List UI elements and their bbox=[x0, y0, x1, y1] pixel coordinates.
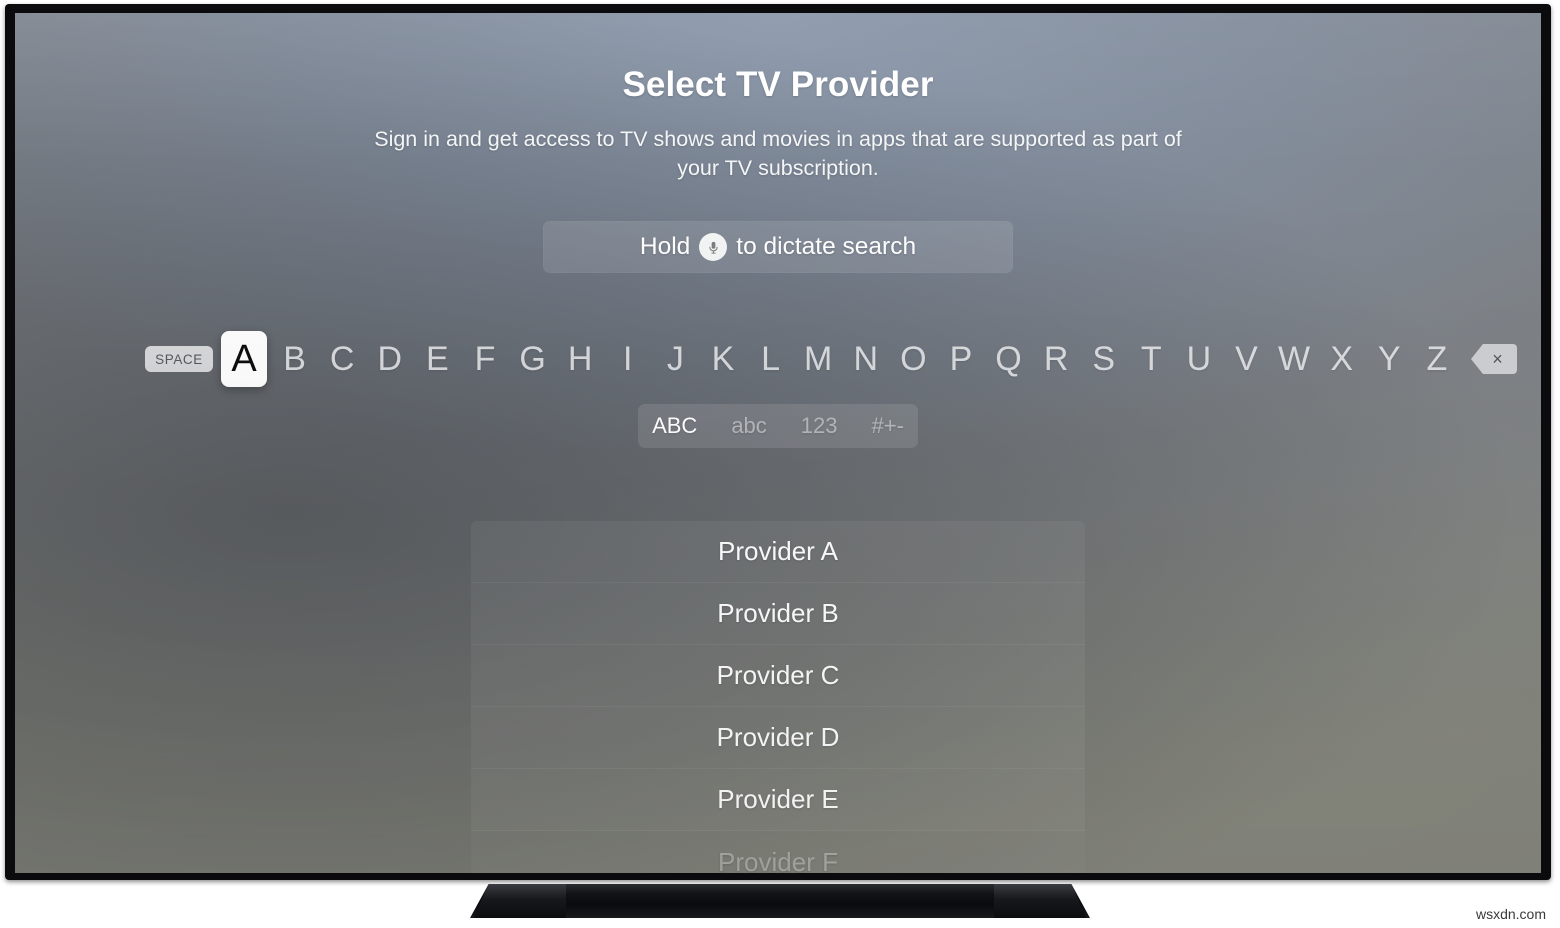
letter-key-v[interactable]: V bbox=[1226, 342, 1266, 376]
letter-key-r[interactable]: R bbox=[1036, 342, 1076, 376]
letter-key-j[interactable]: J bbox=[655, 342, 695, 376]
letter-key-q[interactable]: Q bbox=[989, 342, 1029, 376]
tv-screen: Select TV Provider Sign in and get acces… bbox=[15, 13, 1541, 873]
page-subtitle: Sign in and get access to TV shows and m… bbox=[374, 127, 1182, 180]
letter-key-i[interactable]: I bbox=[608, 342, 648, 376]
letter-key-o[interactable]: O bbox=[893, 342, 933, 376]
keyboard-mode-option-3[interactable]: #+- bbox=[872, 415, 904, 437]
tv-stand bbox=[470, 884, 1090, 918]
letter-key-n[interactable]: N bbox=[846, 342, 886, 376]
provider-row[interactable]: Provider B bbox=[471, 583, 1085, 645]
tv-stand-foot-left bbox=[474, 884, 566, 918]
letter-key-g[interactable]: G bbox=[513, 342, 553, 376]
provider-selection-ui: Select TV Provider Sign in and get acces… bbox=[15, 13, 1541, 873]
keyboard-mode-selector[interactable]: ABC abc 123 #+- bbox=[638, 404, 918, 448]
tv-bezel: Select TV Provider Sign in and get acces… bbox=[5, 4, 1551, 880]
page-title: Select TV Provider bbox=[622, 65, 934, 104]
backspace-delete-icon[interactable]: × bbox=[1471, 344, 1517, 374]
letter-key-l[interactable]: L bbox=[751, 342, 791, 376]
watermark: wsxdn.com bbox=[1475, 906, 1546, 922]
dictate-suffix-label: to dictate search bbox=[736, 233, 917, 260]
letter-keys: ABCDEFGHIJKLMNOPQRSTUVWXYZ bbox=[221, 331, 1465, 387]
tv-set: Select TV Provider Sign in and get acces… bbox=[0, 0, 1560, 928]
letter-key-x[interactable]: X bbox=[1322, 342, 1362, 376]
letter-key-y[interactable]: Y bbox=[1369, 342, 1409, 376]
letter-key-h[interactable]: H bbox=[560, 342, 600, 376]
space-key[interactable]: SPACE bbox=[145, 346, 213, 372]
keyboard-strip: SPACE ABCDEFGHIJKLMNOPQRSTUVWXYZ × bbox=[15, 331, 1541, 387]
letter-key-s[interactable]: S bbox=[1084, 342, 1124, 376]
keyboard-mode-option-1[interactable]: abc bbox=[731, 415, 766, 437]
provider-list: Provider A Provider B Provider C Provider D… bbox=[471, 521, 1085, 873]
letter-key-u[interactable]: U bbox=[1179, 342, 1219, 376]
letter-key-e[interactable]: E bbox=[417, 342, 457, 376]
microphone-icon bbox=[699, 233, 728, 261]
provider-row[interactable]: Provider A bbox=[471, 521, 1085, 583]
letter-key-a[interactable]: A bbox=[221, 331, 267, 387]
letter-key-f[interactable]: F bbox=[465, 342, 505, 376]
letter-key-p[interactable]: P bbox=[941, 342, 981, 376]
letter-key-m[interactable]: M bbox=[798, 342, 838, 376]
keyboard-mode-option-0[interactable]: ABC bbox=[652, 415, 697, 437]
letter-key-t[interactable]: T bbox=[1131, 342, 1171, 376]
tv-stand-foot-right bbox=[994, 884, 1086, 918]
delete-key-glyph: × bbox=[1492, 349, 1503, 369]
letter-key-d[interactable]: D bbox=[370, 342, 410, 376]
dictate-prefix-label: Hold bbox=[639, 233, 691, 260]
provider-row[interactable]: Provider D bbox=[471, 707, 1085, 769]
provider-row[interactable]: Provider E bbox=[471, 769, 1085, 831]
letter-key-c[interactable]: C bbox=[322, 342, 362, 376]
provider-row[interactable]: Provider C bbox=[471, 645, 1085, 707]
letter-key-w[interactable]: W bbox=[1274, 342, 1314, 376]
letter-key-b[interactable]: B bbox=[275, 342, 315, 376]
provider-row[interactable]: Provider F bbox=[471, 831, 1085, 874]
keyboard-mode-option-2[interactable]: 123 bbox=[801, 415, 838, 437]
dictate-search-bar[interactable]: Hold to dictate search bbox=[543, 221, 1013, 273]
letter-key-z[interactable]: Z bbox=[1417, 342, 1457, 376]
letter-key-k[interactable]: K bbox=[703, 342, 743, 376]
